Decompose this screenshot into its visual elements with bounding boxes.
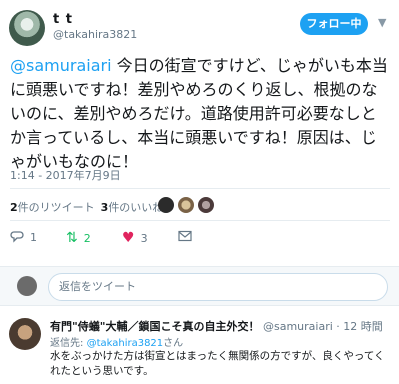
author-avatar[interactable]: [9, 10, 45, 46]
reply-action[interactable]: 1: [10, 230, 37, 244]
reply-header: 有門"侍蟻"大輔／鎖国こそ真の自主外交！ @samuraiari · 12 時間: [50, 318, 383, 334]
reply-author-handle[interactable]: @samuraiari: [263, 320, 333, 333]
retweets-label[interactable]: 件のリツイート: [18, 201, 95, 214]
retweet-icon: ⇅: [66, 230, 78, 246]
reply-to-suffix: さん: [163, 338, 184, 349]
heart-icon: ♥: [122, 230, 135, 246]
reply-icon: [10, 231, 24, 243]
divider: [10, 188, 390, 189]
envelope-icon: [178, 230, 192, 242]
tweet-timestamp[interactable]: 1:14 - 2017年7月9日: [10, 167, 121, 183]
reply-text: 水をぶっかけた方は街宣とはまったく無関係の方ですが、良くやってくれたという思いで…: [50, 350, 385, 377]
reply-time[interactable]: · 12 時間: [336, 320, 383, 333]
reply-to-mention[interactable]: @takahira3821: [87, 338, 164, 349]
retweet-count: 2: [83, 231, 91, 245]
reply-to-line: 返信先: @takahira3821さん: [50, 334, 183, 349]
liker-avatar[interactable]: [198, 197, 214, 213]
liker-avatar[interactable]: [178, 197, 194, 213]
author-display-name[interactable]: t t: [53, 12, 73, 27]
tweet-text: @samuraiari 今日の街宣ですけど、じゃがいも本当に頭悪いですね！差別や…: [10, 54, 392, 174]
engagement-stats: 2件のリツイート 3件のいいね: [10, 199, 163, 215]
divider: [10, 220, 390, 221]
reply-compose: 返信をツイート: [0, 266, 399, 306]
author-handle[interactable]: @takahira3821: [53, 28, 137, 41]
follow-button[interactable]: フォロー中: [300, 13, 368, 35]
reply-to-prefix: 返信先:: [50, 338, 87, 349]
reply-count: 1: [30, 230, 37, 244]
tweet-mention[interactable]: @samuraiari: [10, 56, 112, 75]
dm-action[interactable]: [178, 230, 192, 242]
like-action[interactable]: ♥ 3: [122, 230, 148, 246]
chevron-down-icon[interactable]: ▼: [378, 16, 386, 29]
liker-avatar[interactable]: [158, 197, 174, 213]
likes-label[interactable]: 件のいいね: [108, 201, 163, 214]
like-count: 3: [140, 231, 148, 245]
compose-avatar: [17, 276, 37, 296]
retweet-action[interactable]: ⇅ 2: [66, 230, 91, 246]
reply-author-name[interactable]: 有門"侍蟻"大輔／鎖国こそ真の自主外交！: [50, 320, 259, 333]
reply-avatar[interactable]: [9, 318, 41, 350]
reply-input[interactable]: 返信をツイート: [48, 273, 388, 301]
retweets-count[interactable]: 2: [10, 201, 18, 214]
